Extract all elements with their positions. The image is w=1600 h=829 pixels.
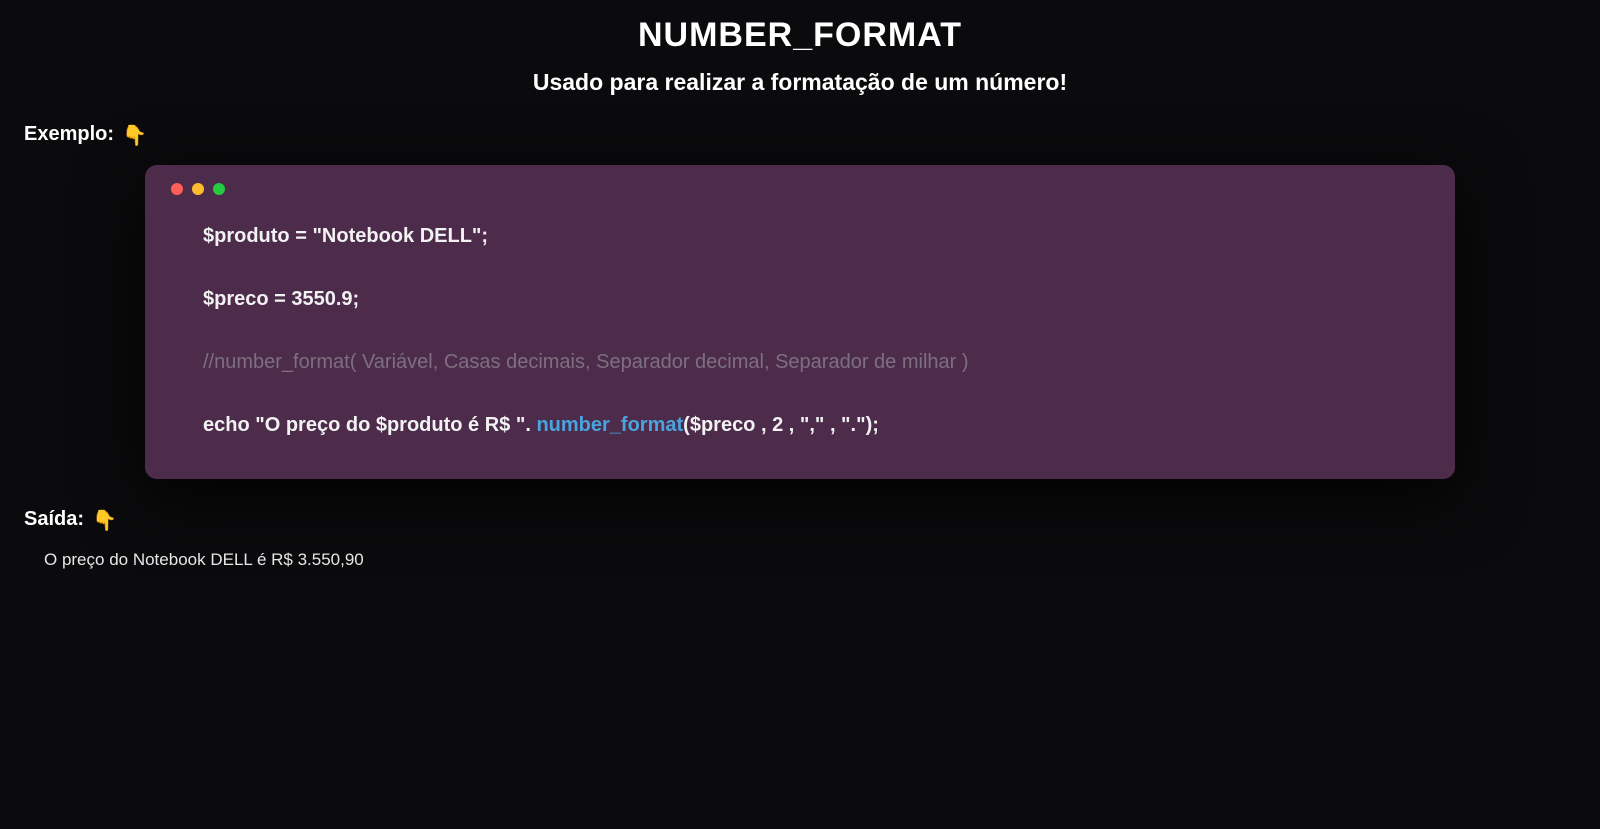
- example-label: Exemplo:: [24, 123, 114, 146]
- close-icon: [171, 183, 183, 195]
- output-label: Saída:: [24, 508, 84, 531]
- code-body: $produto = "Notebook DELL"; $preco = 355…: [169, 223, 1431, 439]
- page-title: NUMBER_FORMAT: [0, 16, 1600, 55]
- pointer-down-icon: 👇: [92, 508, 117, 533]
- code-fn-name: number_format: [536, 414, 683, 436]
- code-echo-suffix: ($preco , 2 , "," , ".");: [683, 414, 879, 436]
- page-subtitle: Usado para realizar a formatação de um n…: [0, 69, 1600, 96]
- code-comment: //number_format( Variável, Casas decimai…: [203, 349, 1431, 376]
- output-label-row: Saída: 👇: [0, 507, 1600, 532]
- code-line-1: $produto = "Notebook DELL";: [203, 223, 1431, 250]
- pointer-down-icon: 👇: [122, 123, 147, 148]
- example-label-row: Exemplo: 👇: [0, 122, 1600, 147]
- minimize-icon: [192, 183, 204, 195]
- code-echo-line: echo "O preço do $produto é R$ ". number…: [203, 412, 1431, 439]
- output-text: O preço do Notebook DELL é R$ 3.550,90: [0, 550, 1600, 570]
- code-echo-prefix: echo "O preço do $produto é R$ ".: [203, 414, 536, 436]
- code-line-2: $preco = 3550.9;: [203, 286, 1431, 313]
- maximize-icon: [213, 183, 225, 195]
- code-card: $produto = "Notebook DELL"; $preco = 355…: [145, 165, 1455, 479]
- window-traffic-lights: [171, 183, 1431, 195]
